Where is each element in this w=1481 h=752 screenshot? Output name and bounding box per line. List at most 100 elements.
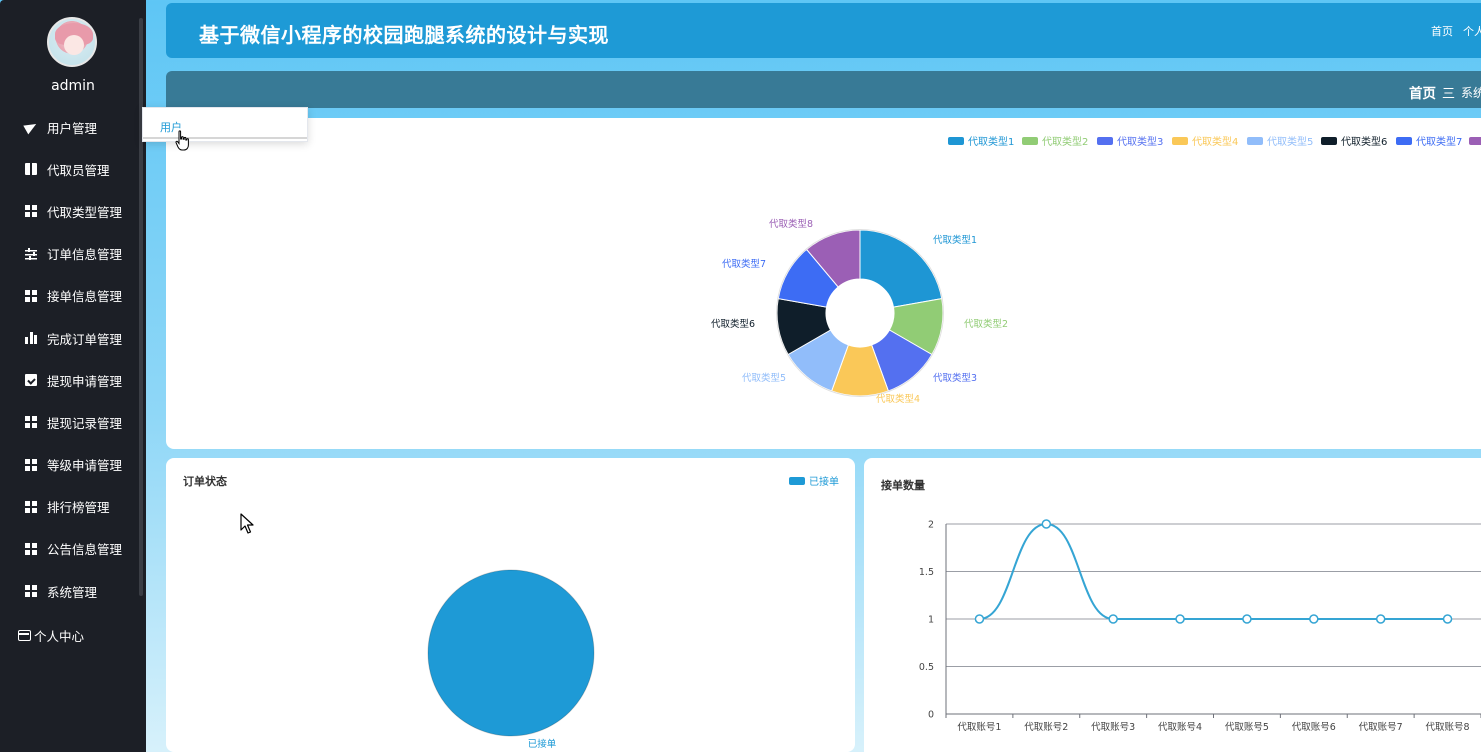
- legend-item[interactable]: 代取类型5: [1247, 133, 1313, 148]
- legend-swatch: [1396, 136, 1412, 145]
- legend-label: 代取类型1: [968, 137, 1015, 148]
- sidebar-item-label: 排行榜管理: [47, 500, 110, 516]
- pie-slice-label: 已接单: [528, 738, 557, 750]
- legend-label: 代取类型7: [1416, 137, 1463, 148]
- data-point[interactable]: [1242, 614, 1252, 624]
- card-icon: [18, 630, 31, 641]
- clipboard-check-icon: [25, 374, 37, 387]
- sidebar-item-label: 提现申请管理: [47, 373, 123, 389]
- hand-cursor-icon: [175, 130, 189, 151]
- sidebar-item-label: 代取员管理: [47, 162, 110, 178]
- legend-item[interactable]: 代取类型6: [1321, 133, 1387, 148]
- app-header: 基于微信小程序的校园跑腿系统的设计与实现 首页 个人: [166, 3, 1481, 58]
- bar-chart-icon: [25, 332, 37, 345]
- user-submenu-dropdown: 用户: [142, 107, 308, 142]
- data-point[interactable]: [1041, 519, 1052, 529]
- breadcrumb-current: 系统: [1460, 85, 1481, 100]
- sidebar-item-label: 代取类型管理: [47, 204, 123, 220]
- order-status-pie-chart: 已接单: [427, 569, 595, 750]
- donut-slice-label: 代取类型5: [742, 372, 786, 384]
- grid-icon: [25, 500, 37, 513]
- breadcrumb-home[interactable]: 首页: [1409, 82, 1436, 102]
- sidebar-item-label: 提现记录管理: [47, 415, 123, 431]
- sidebar-item-system[interactable]: 系统管理: [0, 570, 146, 612]
- data-point[interactable]: [974, 614, 985, 624]
- legend-label: 代取类型2: [1042, 137, 1089, 148]
- submenu-divider: [143, 137, 307, 139]
- legend-label: 代取类型6: [1341, 137, 1388, 148]
- sidebar-item-ranking[interactable]: 排行榜管理: [0, 486, 146, 528]
- legend-swatch: [1321, 136, 1337, 145]
- legend-item[interactable]: 代取类型8: [1469, 133, 1481, 148]
- legend-item[interactable]: 代取类型7: [1396, 133, 1462, 148]
- x-tick-label: 代取账号3: [1091, 722, 1135, 733]
- accept-count-panel: 接单数量 0 0.5 1 1.5 2 代取账号1 代取账号2 代取账号3 代取账号4 代取账号5 代…: [864, 458, 1481, 752]
- donut-slice-label: 代取类型7: [722, 258, 766, 270]
- breadcrumb-separator: 三: [1441, 86, 1455, 102]
- header-nav-home[interactable]: 首页: [1431, 23, 1453, 39]
- legend-swatch: [789, 476, 805, 485]
- sidebar-item-courier-management[interactable]: 代取员管理: [0, 148, 146, 190]
- grid-icon: [25, 416, 37, 429]
- legend-item[interactable]: 代取类型4: [1172, 133, 1238, 148]
- data-point[interactable]: [1442, 614, 1453, 624]
- sidebar-item-withdraw-apply[interactable]: 提现申请管理: [0, 359, 146, 401]
- donut-slice[interactable]: [859, 229, 943, 308]
- sidebar: admin 用户管理 代取员管理 代取类型管理 订单信息管理 接单信息管理 完成…: [0, 0, 146, 752]
- sidebar-item-type-management[interactable]: 代取类型管理: [0, 190, 146, 232]
- header-nav-personal[interactable]: 个人: [1463, 23, 1481, 39]
- grid-icon: [25, 542, 37, 555]
- donut-slice-label: 代取类型1: [933, 234, 977, 246]
- y-tick-label: 2: [928, 520, 934, 531]
- x-tick-label: 代取账号8: [1426, 722, 1470, 733]
- sidebar-item-label: 公告信息管理: [47, 542, 123, 558]
- y-tick-label: 0: [928, 710, 934, 721]
- sidebar-item-label: 订单信息管理: [47, 247, 123, 263]
- sidebar-item-announcement[interactable]: 公告信息管理: [0, 528, 146, 570]
- grid-icon: [25, 458, 37, 471]
- legend-item[interactable]: 代取类型2: [1022, 133, 1088, 148]
- legend-item[interactable]: 代取类型1: [948, 133, 1014, 148]
- grid-icon: [25, 289, 37, 302]
- y-tick-label: 0.5: [919, 662, 934, 673]
- app-title: 基于微信小程序的校园跑腿系统的设计与实现: [199, 23, 609, 47]
- legend-item[interactable]: 代取类型3: [1097, 133, 1163, 148]
- legend-label: 代取类型3: [1117, 137, 1164, 148]
- sidebar-item-completed-management[interactable]: 完成订单管理: [0, 317, 146, 359]
- sidebar-item-label: 接单信息管理: [47, 289, 123, 305]
- legend-item[interactable]: 已接单: [789, 473, 839, 488]
- arrow-cursor-icon: [240, 513, 254, 534]
- pie-slice[interactable]: [427, 569, 595, 737]
- sidebar-item-label: 等级申请管理: [47, 458, 123, 474]
- sidebar-item-level-apply[interactable]: 等级申请管理: [0, 444, 146, 486]
- x-tick-label: 代取账号4: [1158, 722, 1202, 733]
- sidebar-item-user-management[interactable]: 用户管理: [0, 106, 146, 148]
- sidebar-item-order-management[interactable]: 订单信息管理: [0, 233, 146, 275]
- legend-label: 代取类型4: [1192, 137, 1239, 148]
- donut-slice-label: 代取类型6: [711, 318, 755, 330]
- sidebar-item-accept-management[interactable]: 接单信息管理: [0, 275, 146, 317]
- sliders-icon: [25, 247, 37, 260]
- data-point[interactable]: [1175, 614, 1185, 624]
- personal-center-label: 个人中心: [34, 629, 85, 644]
- legend-label: 已接单: [809, 477, 839, 488]
- personal-center-link[interactable]: 个人中心: [18, 626, 84, 645]
- donut-slice-label: 代取类型2: [964, 318, 1008, 330]
- order-status-panel: 订单状态 已接单 已接单: [166, 458, 855, 752]
- sidebar-item-label: 系统管理: [47, 584, 98, 600]
- type-donut-chart: 代取类型1 代取类型2 代取类型3 代取类型4 代取类型5 代取类型6 代取类型7 代取类型8: [711, 218, 1008, 405]
- x-tick-label: 代取账号2: [1024, 722, 1068, 733]
- avatar[interactable]: [47, 17, 97, 67]
- breadcrumb: 首页 三 系统: [1409, 82, 1481, 103]
- data-point[interactable]: [1375, 614, 1386, 624]
- sidebar-item-withdraw-record[interactable]: 提现记录管理: [0, 401, 146, 443]
- breadcrumb-bar: 首页 三 系统: [166, 71, 1481, 108]
- legend-label: 代取类型5: [1267, 137, 1314, 148]
- sidebar-item-label: 用户管理: [47, 120, 98, 136]
- donut-slice-label: 代取类型8: [769, 218, 813, 230]
- paper-plane-icon: [23, 119, 39, 135]
- grid-icon: [25, 205, 37, 218]
- data-point[interactable]: [1108, 614, 1118, 624]
- data-point[interactable]: [1309, 614, 1319, 624]
- y-tick-label: 1: [928, 615, 934, 626]
